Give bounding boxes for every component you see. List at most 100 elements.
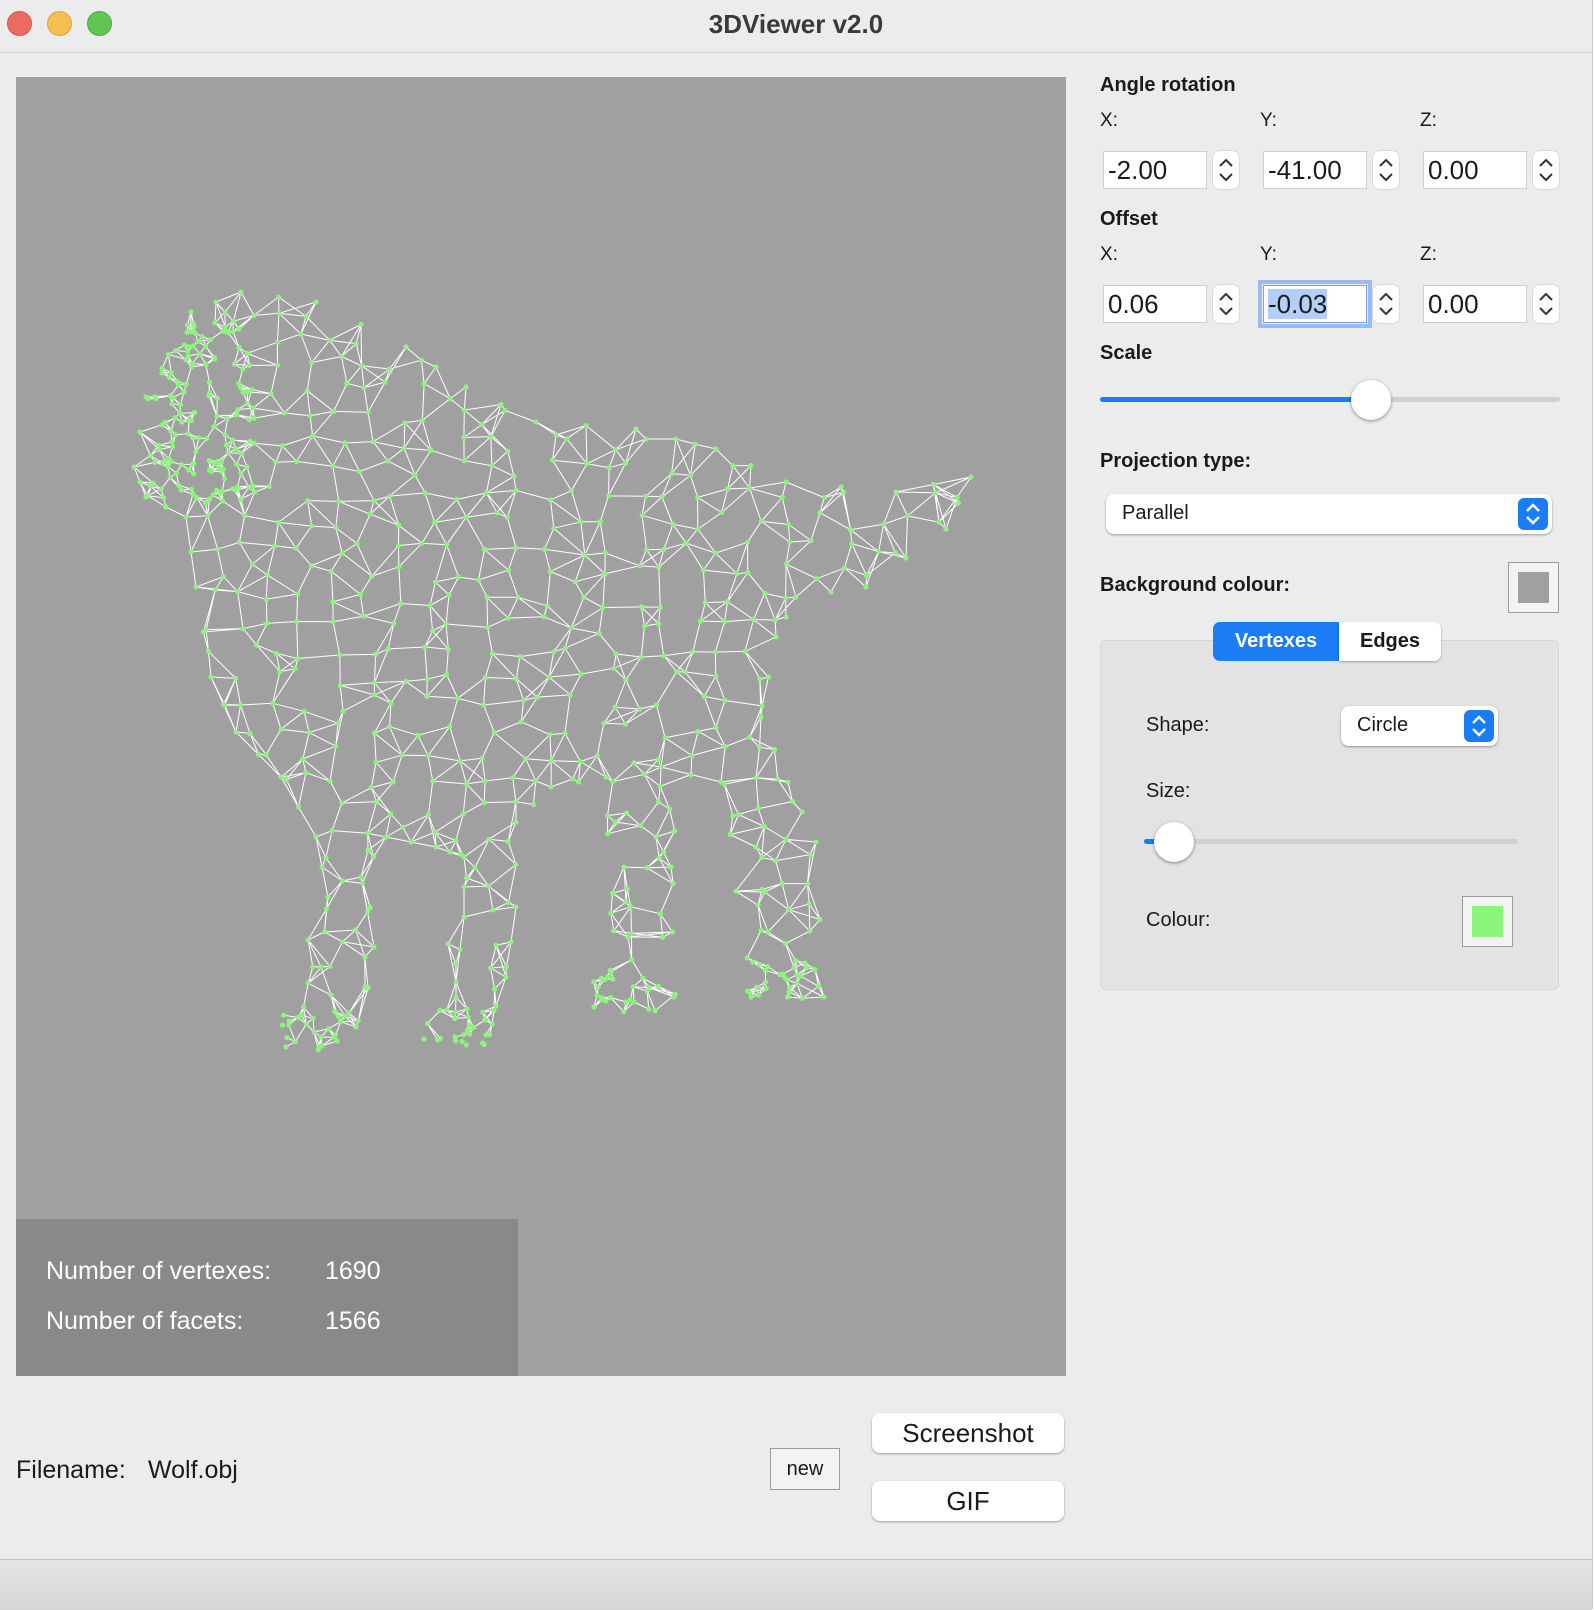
size-slider-handle[interactable] [1153, 822, 1194, 862]
background-colour-swatch [1518, 572, 1549, 603]
offset-x-input[interactable]: 0.06 [1103, 285, 1207, 323]
vertex-point [713, 673, 719, 679]
vertex-point [725, 486, 731, 492]
tab-vertexes[interactable]: Vertexes [1213, 622, 1339, 661]
vertex-point [627, 997, 633, 1003]
vertex-point [358, 874, 364, 880]
vertex-point [755, 806, 762, 812]
angle-z-stepper[interactable] [1533, 151, 1559, 189]
offset-z-input[interactable]: 0.00 [1423, 285, 1527, 323]
vertex-point [235, 406, 241, 413]
vertex-point [611, 928, 617, 934]
vertex-point [713, 550, 719, 556]
vertex-point [804, 881, 811, 887]
vertex-point [672, 828, 678, 834]
vertex-point [668, 864, 674, 870]
vertex-point [195, 338, 201, 344]
vertex-point [804, 965, 810, 971]
vertex-point [447, 723, 453, 730]
angle-x-stepper[interactable] [1213, 151, 1239, 189]
offset-z-stepper[interactable] [1533, 285, 1559, 323]
vertex-point [513, 904, 519, 910]
vertex-point [758, 714, 764, 720]
vertex-point [773, 634, 779, 640]
vertex-point [662, 735, 668, 741]
vertex-point [596, 630, 602, 637]
vertex-point [608, 910, 614, 916]
vertex-point [230, 318, 236, 324]
vertex-point [212, 587, 218, 593]
vertex-point [600, 604, 606, 611]
select-arrows-icon [1518, 498, 1548, 530]
model-viewport[interactable]: Number of vertexes: 1690 Number of facet… [16, 77, 1066, 1376]
vertex-point [955, 500, 962, 506]
vertex-point [821, 495, 827, 501]
vertex-point [608, 995, 614, 1001]
vertex-point [488, 965, 494, 971]
vertex-point [659, 494, 665, 500]
vertex-point [321, 929, 328, 935]
offset-y-input[interactable]: -0.03 [1258, 280, 1372, 328]
vertex-point [746, 989, 752, 995]
angle-y-stepper[interactable] [1373, 151, 1399, 189]
vertex-point [371, 692, 377, 698]
vertex-point [849, 540, 855, 547]
shape-select[interactable]: Circle [1341, 706, 1498, 746]
vertex-point [263, 752, 269, 758]
new-file-button[interactable]: new [770, 1448, 840, 1490]
angle-y-input[interactable]: -41.00 [1263, 151, 1367, 189]
vertex-point [181, 389, 187, 395]
screenshot-button[interactable]: Screenshot [872, 1413, 1064, 1453]
vertex-point [172, 415, 178, 421]
vertex-point [759, 703, 765, 709]
vertex-point [183, 381, 189, 387]
vertex-point [337, 682, 343, 689]
background-colour-button[interactable] [1508, 562, 1559, 613]
vertex-point [173, 470, 179, 476]
filename-value: Wolf.obj [148, 1456, 238, 1484]
vertex-point [169, 444, 176, 450]
vertex-colour-button[interactable] [1462, 896, 1513, 947]
vertex-point [775, 776, 781, 782]
vertex-point [235, 589, 241, 595]
vertex-count-label: Number of vertexes: [46, 1257, 272, 1285]
vertex-point [399, 752, 405, 758]
vertex-point [294, 618, 300, 625]
vertex-point [331, 1034, 337, 1040]
vertex-point [207, 337, 213, 343]
vertex-point [460, 811, 466, 817]
vertex-point [745, 570, 751, 576]
vertex-point [272, 543, 278, 549]
vertex-point [371, 498, 377, 504]
vertex-point [751, 616, 757, 623]
vertex-point [445, 646, 451, 652]
vertex-point [673, 436, 679, 442]
vertex-point [430, 628, 436, 634]
vertex-point [245, 400, 251, 406]
vertex-point [779, 880, 785, 887]
gif-button[interactable]: GIF [872, 1481, 1064, 1521]
offset-y-stepper[interactable] [1373, 285, 1399, 323]
vertex-point [583, 422, 589, 429]
vertex-point [641, 771, 648, 777]
vertex-point [236, 326, 242, 332]
angle-z-input[interactable]: 0.00 [1423, 151, 1527, 189]
vertex-point [190, 435, 196, 441]
vertex-point [240, 366, 246, 372]
vertex-point [549, 457, 556, 463]
vertex-point [304, 388, 310, 394]
vertex-point [610, 779, 616, 785]
vertex-point [369, 573, 375, 579]
offset-x-stepper[interactable] [1213, 285, 1239, 323]
vertex-point [237, 384, 243, 390]
vertex-point [808, 537, 814, 544]
angle-x-input[interactable]: -2.00 [1103, 151, 1207, 189]
vertex-point [147, 452, 153, 459]
projection-type-select[interactable]: Parallel [1106, 494, 1552, 534]
tab-edges[interactable]: Edges [1339, 622, 1441, 661]
model-stats-panel: Number of vertexes: 1690 Number of facet… [16, 1219, 518, 1376]
scale-slider-handle[interactable] [1351, 380, 1392, 420]
vertex-point [607, 967, 613, 973]
size-slider-track[interactable] [1144, 839, 1518, 844]
vertex-point [318, 1034, 324, 1040]
